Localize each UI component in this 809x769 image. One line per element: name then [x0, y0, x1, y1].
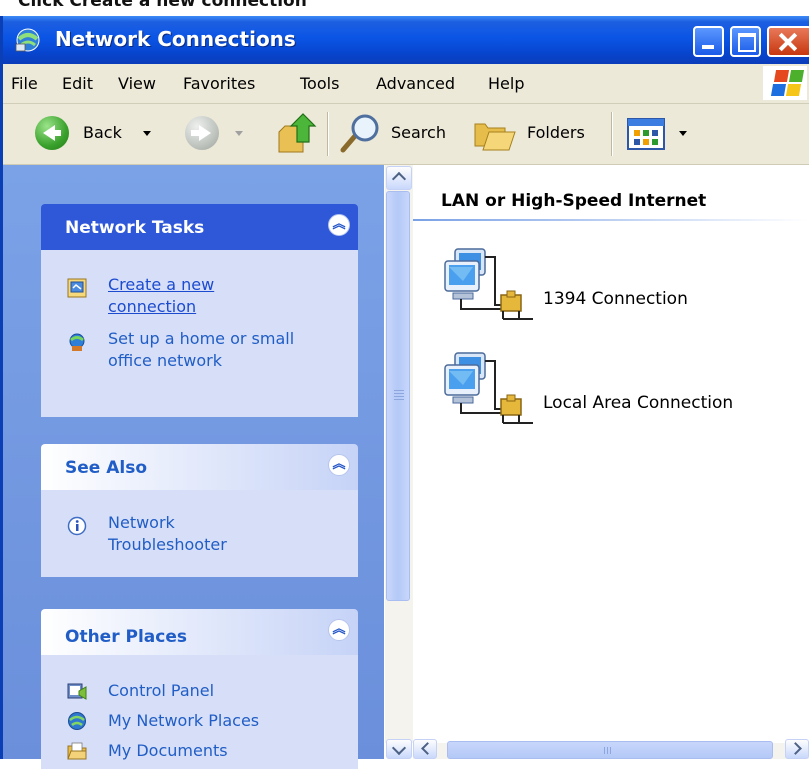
menu-file[interactable]: File — [11, 74, 38, 93]
forward-arrow-icon — [185, 116, 219, 150]
back-button[interactable]: Back — [13, 114, 151, 154]
other-places-header[interactable]: Other Places ︽ — [41, 609, 358, 655]
views-icon — [627, 118, 665, 150]
standard-toolbar: Back Search Folders — [3, 104, 809, 165]
control-panel-icon — [67, 683, 87, 700]
search-label: Search — [391, 123, 446, 142]
control-panel-link[interactable]: Control Panel — [108, 680, 214, 702]
vertical-scrollbar[interactable] — [385, 165, 413, 743]
home-network-link[interactable]: Set up a home or small office network — [108, 328, 294, 372]
see-also-title: See Also — [65, 458, 148, 478]
home-network-line2[interactable]: office network — [108, 350, 294, 372]
views-button[interactable] — [627, 114, 687, 154]
instruction-caption: Click Create a new connection — [18, 0, 307, 11]
menu-bar: File Edit View Favorites Tools Advanced … — [3, 64, 809, 104]
other-places-body: Control Panel My Network Places My Docum… — [41, 655, 358, 769]
maximize-button[interactable] — [730, 26, 761, 57]
create-new-connection-line2[interactable]: connection — [108, 296, 214, 318]
collapse-chevron-icon[interactable]: ︽ — [328, 454, 350, 476]
home-network-icon — [69, 333, 85, 351]
network-tasks-panel: Network Tasks ︽ Create a new connection — [41, 204, 358, 417]
menu-help[interactable]: Help — [488, 74, 524, 93]
other-places-panel: Other Places ︽ Control Panel My Network … — [41, 609, 358, 769]
new-connection-icon — [67, 278, 87, 298]
see-also-header[interactable]: See Also ︽ — [41, 444, 358, 490]
menu-edit[interactable]: Edit — [62, 74, 93, 93]
windows-logo-icon — [763, 66, 807, 100]
connection-label-local-area[interactable]: Local Area Connection — [543, 393, 733, 413]
network-tasks-header[interactable]: Network Tasks ︽ — [41, 204, 358, 250]
search-button[interactable]: Search — [339, 114, 459, 154]
create-new-connection-link[interactable]: Create a new connection — [108, 274, 214, 318]
vertical-scroll-thumb[interactable] — [386, 191, 410, 601]
other-places-title: Other Places — [65, 627, 187, 647]
views-dropdown-icon[interactable] — [679, 131, 687, 136]
window-title: Network Connections — [55, 27, 296, 51]
forward-button[interactable] — [171, 114, 243, 154]
my-network-places-icon — [68, 712, 86, 730]
folders-button[interactable]: Folders — [473, 114, 603, 154]
close-button[interactable] — [767, 26, 809, 57]
menu-favorites[interactable]: Favorites — [183, 74, 255, 93]
section-divider — [413, 219, 809, 221]
network-tasks-title: Network Tasks — [65, 218, 205, 238]
toolbar-separator — [327, 112, 329, 156]
folders-icon — [474, 123, 516, 151]
collapse-chevron-icon[interactable]: ︽ — [328, 214, 350, 236]
scroll-left-button[interactable] — [413, 739, 437, 759]
lan-section-title: LAN or High-Speed Internet — [441, 191, 707, 211]
see-also-panel: See Also ︽ Network Troubleshooter — [41, 444, 358, 577]
back-dropdown-icon[interactable] — [143, 131, 151, 136]
menu-view[interactable]: View — [118, 74, 156, 93]
my-network-places-link[interactable]: My Network Places — [108, 710, 259, 732]
title-bar[interactable]: Network Connections — [3, 16, 809, 64]
connection-item-1394[interactable]: 1394 Connection — [443, 247, 803, 337]
home-network-line1[interactable]: Set up a home or small — [108, 328, 294, 350]
connections-list: LAN or High-Speed Internet 1394 Connecti… — [413, 165, 809, 759]
back-label: Back — [83, 123, 122, 142]
connection-label-1394[interactable]: 1394 Connection — [543, 289, 688, 309]
minimize-button[interactable] — [693, 26, 724, 57]
forward-dropdown-icon — [235, 131, 243, 136]
collapse-chevron-icon[interactable]: ︽ — [328, 619, 350, 641]
menu-advanced[interactable]: Advanced — [376, 74, 455, 93]
horizontal-scrollbar[interactable] — [413, 739, 809, 759]
task-pane: Network Tasks ︽ Create a new connection — [3, 165, 384, 769]
search-icon — [340, 114, 379, 153]
troubleshooter-line1[interactable]: Network — [108, 512, 227, 534]
up-folder-icon[interactable] — [273, 112, 317, 156]
connection-item-local-area[interactable]: Local Area Connection — [443, 351, 803, 441]
folders-label: Folders — [527, 123, 585, 142]
menu-tools[interactable]: Tools — [300, 74, 339, 93]
scroll-right-button[interactable] — [785, 739, 809, 759]
network-connection-icon — [444, 352, 533, 424]
scroll-down-button[interactable] — [385, 739, 413, 759]
network-tasks-body: Create a new connection Set up a home or… — [41, 250, 358, 417]
network-connections-window: Network Connections File Edit View Favor… — [0, 16, 809, 769]
network-connections-icon — [15, 28, 40, 52]
my-documents-icon — [67, 742, 87, 760]
horizontal-scroll-thumb[interactable] — [447, 741, 773, 759]
info-icon — [67, 516, 87, 536]
network-troubleshooter-link[interactable]: Network Troubleshooter — [108, 512, 227, 556]
troubleshooter-line2[interactable]: Troubleshooter — [108, 534, 227, 556]
create-new-connection-line1[interactable]: Create a new — [108, 274, 214, 296]
network-connection-icon — [444, 248, 533, 320]
back-arrow-icon — [35, 116, 69, 150]
see-also-body: Network Troubleshooter — [41, 490, 358, 577]
toolbar-separator — [611, 112, 613, 156]
scroll-up-button[interactable] — [386, 166, 412, 190]
